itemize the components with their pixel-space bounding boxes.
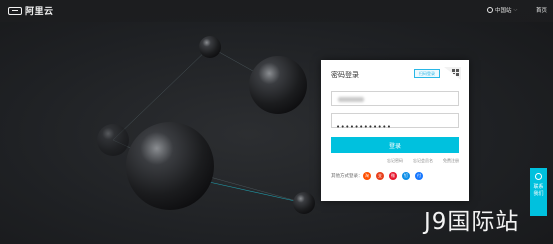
contact-us-tab[interactable]: 联系 我们: [530, 168, 547, 216]
brand-logo[interactable]: 阿里云: [8, 4, 54, 17]
watermark-text: J9国际站: [424, 209, 520, 235]
forgot-password-link[interactable]: 忘记密码: [387, 158, 403, 164]
sphere-small-top: [199, 36, 221, 58]
forgot-username-link[interactable]: 忘记会员名: [413, 158, 433, 164]
sphere-left: [97, 124, 129, 156]
globe-icon: [487, 7, 493, 13]
alipay-icon[interactable]: 付: [415, 172, 423, 180]
other-login-label: 其他方式登录：: [331, 174, 363, 179]
login-title: 密码登录: [331, 71, 359, 79]
taobao-icon[interactable]: 淘: [363, 172, 371, 180]
password-input[interactable]: [332, 120, 458, 134]
contact-label-2: 我们: [533, 190, 544, 197]
top-navigation-bar: 阿里云 中国站 ⌵ 首页: [0, 0, 553, 22]
sphere-bottom: [293, 192, 315, 214]
region-selector[interactable]: 中国站 ⌵: [487, 6, 517, 14]
brand-name: 阿里云: [25, 7, 54, 17]
alipay-red-icon[interactable]: 支: [376, 172, 384, 180]
qr-login-badge[interactable]: 扫码登录: [414, 69, 440, 78]
login-panel: 密码登录 扫码登录 登录 忘记密码 忘记会员名 免费注册 其他方式登录： 淘 支…: [321, 60, 469, 201]
qr-code-icon[interactable]: [444, 67, 461, 80]
aliyun-logo-icon: [8, 6, 22, 15]
chat-icon: [535, 173, 542, 180]
weibo-icon[interactable]: 微: [389, 172, 397, 180]
dingtalk-icon[interactable]: 钉: [402, 172, 410, 180]
register-link[interactable]: 免费注册: [443, 158, 459, 164]
login-button[interactable]: 登录: [331, 137, 459, 153]
chevron-down-icon: ⌵: [513, 8, 518, 12]
sphere-large: [126, 122, 214, 210]
home-link[interactable]: 首页: [536, 6, 547, 14]
region-label: 中国站: [495, 8, 512, 14]
username-redacted: [338, 97, 364, 102]
username-field[interactable]: [331, 91, 459, 112]
password-field[interactable]: [331, 113, 459, 134]
sphere-right: [249, 56, 307, 114]
account-links: 忘记密码 忘记会员名 免费注册: [387, 158, 459, 164]
